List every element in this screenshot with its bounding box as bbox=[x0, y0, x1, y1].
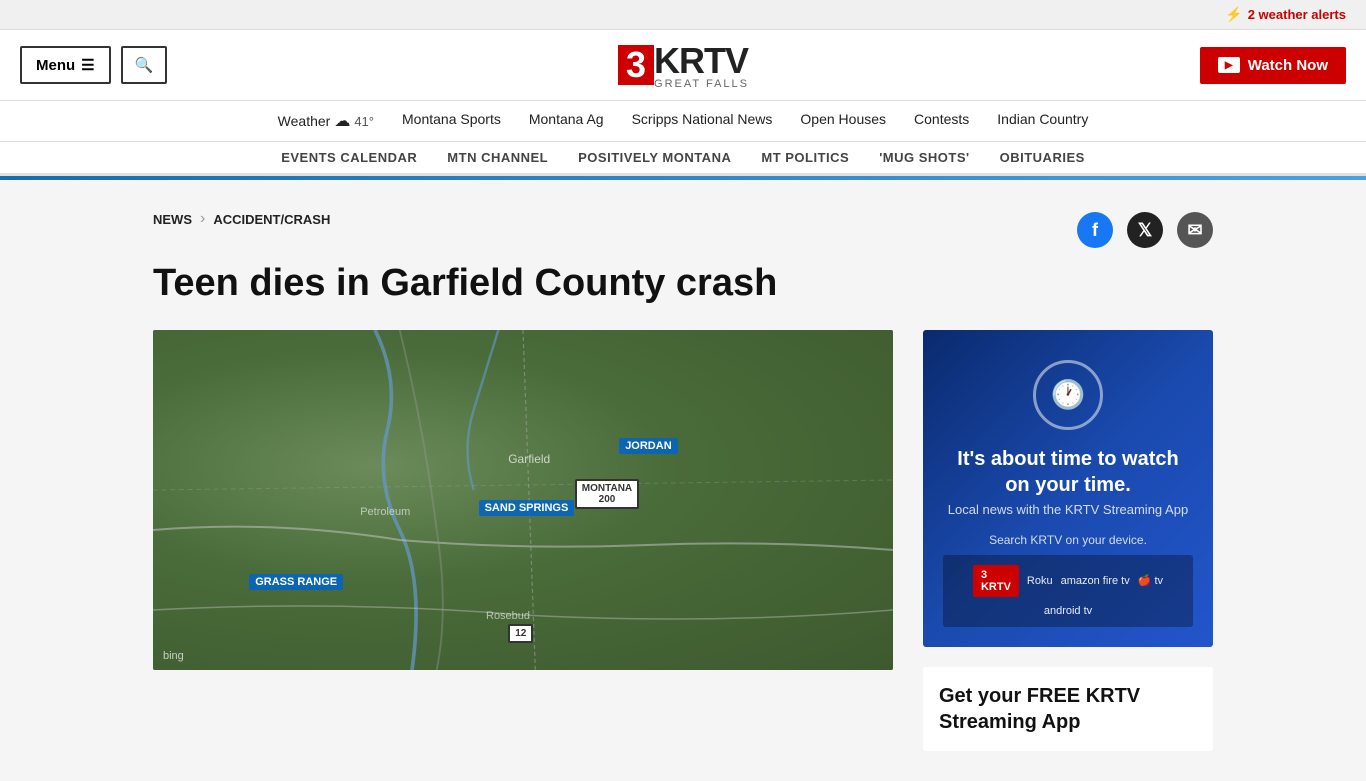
article-header: NEWS › ACCIDENT/CRASH f 𝕏 ✉ bbox=[153, 210, 1213, 248]
map-bing-label: bing bbox=[163, 650, 184, 662]
nav-item-obituaries[interactable]: OBITUARIES bbox=[1000, 150, 1085, 165]
search-button[interactable]: 🔍 bbox=[121, 46, 168, 84]
map-text-rosebud: Rosebud bbox=[486, 610, 530, 622]
secondary-nav: EVENTS CALENDAR MTN CHANNEL POSITIVELY M… bbox=[0, 142, 1366, 176]
map-text-petroleum: Petroleum bbox=[360, 506, 410, 518]
map-text-garfield: Garfield bbox=[508, 452, 550, 466]
sidebar-ad-subtitle: Local news with the KRTV Streaming App bbox=[943, 502, 1193, 517]
alert-text[interactable]: 2 weather alerts bbox=[1248, 7, 1346, 22]
nav-item-events-calendar[interactable]: EVENTS CALENDAR bbox=[281, 150, 417, 165]
krtv-badge: 3KRTV bbox=[973, 565, 1019, 597]
sidebar-ad-title: It's about time to watch on your time. bbox=[943, 446, 1193, 498]
article-image: JORDAN SAND SPRINGS GRASS RANGE Garfield… bbox=[153, 330, 893, 670]
roku-label: Roku bbox=[1027, 575, 1053, 587]
nav-item-scripps[interactable]: Scripps National News bbox=[632, 111, 773, 131]
breadcrumb-news[interactable]: NEWS bbox=[153, 212, 192, 227]
watch-now-button[interactable]: ▶ Watch Now bbox=[1200, 47, 1346, 84]
nav-item-weather[interactable]: Weather ☁ 41° bbox=[278, 111, 374, 131]
sidebar-ad-search: Search KRTV on your device. bbox=[943, 533, 1193, 547]
logo-subtitle: GREAT FALLS bbox=[654, 78, 749, 90]
streaming-platforms: 3KRTV Roku amazon fire tv 🍎 tv android t… bbox=[943, 555, 1193, 627]
logo-name: KRTV bbox=[654, 40, 749, 82]
map-label-sand-springs: SAND SPRINGS bbox=[479, 500, 575, 516]
temperature: 41° bbox=[354, 114, 374, 129]
header-left: Menu ☰ 🔍 bbox=[20, 46, 167, 84]
nav-item-mtn-channel[interactable]: MTN CHANNEL bbox=[447, 150, 548, 165]
social-share-buttons: f 𝕏 ✉ bbox=[1077, 212, 1213, 248]
amazon-label: amazon fire tv bbox=[1061, 575, 1130, 587]
twitter-share-button[interactable]: 𝕏 bbox=[1127, 212, 1163, 248]
hamburger-icon: ☰ bbox=[81, 56, 94, 74]
facebook-share-button[interactable]: f bbox=[1077, 212, 1113, 248]
nav-item-montana-sports[interactable]: Montana Sports bbox=[402, 111, 501, 131]
nav-item-montana-ag[interactable]: Montana Ag bbox=[529, 111, 604, 131]
article-content: JORDAN SAND SPRINGS GRASS RANGE Garfield… bbox=[153, 330, 893, 670]
nav-item-indian-country[interactable]: Indian Country bbox=[997, 111, 1088, 131]
map-route-200: MONTANA200 bbox=[575, 479, 639, 509]
primary-nav: Weather ☁ 41° Montana Sports Montana Ag … bbox=[0, 101, 1366, 142]
apple-label: 🍎 tv bbox=[1138, 574, 1163, 587]
tv-icon: ▶ bbox=[1218, 57, 1240, 73]
alert-bar: ⚡ 2 weather alerts bbox=[0, 0, 1366, 30]
nav-item-mt-politics[interactable]: MT POLITICS bbox=[761, 150, 849, 165]
nav-item-positively-montana[interactable]: POSITIVELY MONTANA bbox=[578, 150, 731, 165]
main-layout: JORDAN SAND SPRINGS GRASS RANGE Garfield… bbox=[153, 330, 1213, 751]
menu-button[interactable]: Menu ☰ bbox=[20, 46, 111, 84]
weather-icon: ☁ bbox=[334, 111, 350, 131]
map-label-jordan: JORDAN bbox=[619, 438, 677, 454]
header: Menu ☰ 🔍 3 KRTV GREAT FALLS ▶ Watch Now bbox=[0, 30, 1366, 101]
nav-item-contests[interactable]: Contests bbox=[914, 111, 969, 131]
map-label-grass-range: GRASS RANGE bbox=[249, 574, 343, 590]
breadcrumb-current: ACCIDENT/CRASH bbox=[213, 212, 330, 227]
map-route-12: 12 bbox=[508, 624, 533, 643]
weather-label: Weather bbox=[278, 113, 331, 129]
email-share-button[interactable]: ✉ bbox=[1177, 212, 1213, 248]
sidebar-cta-title: Get your FREE KRTV Streaming App bbox=[939, 683, 1197, 735]
content-wrapper: NEWS › ACCIDENT/CRASH f 𝕏 ✉ Teen dies in… bbox=[133, 180, 1233, 781]
android-label: android tv bbox=[1044, 605, 1092, 617]
article-title: Teen dies in Garfield County crash bbox=[153, 262, 1213, 306]
sidebar-cta: Get your FREE KRTV Streaming App bbox=[923, 667, 1213, 751]
breadcrumb-separator: › bbox=[200, 210, 205, 228]
logo[interactable]: 3 KRTV GREAT FALLS bbox=[618, 40, 749, 90]
nav-item-open-houses[interactable]: Open Houses bbox=[800, 111, 886, 131]
breadcrumb: NEWS › ACCIDENT/CRASH bbox=[153, 210, 1077, 228]
clock-icon: 🕐 bbox=[1033, 360, 1103, 430]
sidebar: 🕐 It's about time to watch on your time.… bbox=[923, 330, 1213, 751]
search-icon: 🔍 bbox=[135, 57, 154, 74]
nav-item-mug-shots[interactable]: 'MUG SHOTS' bbox=[879, 150, 969, 165]
sidebar-ad: 🕐 It's about time to watch on your time.… bbox=[923, 330, 1213, 647]
map-background: JORDAN SAND SPRINGS GRASS RANGE Garfield… bbox=[153, 330, 893, 670]
lightning-icon: ⚡ bbox=[1225, 6, 1242, 23]
logo-number: 3 bbox=[618, 45, 654, 85]
